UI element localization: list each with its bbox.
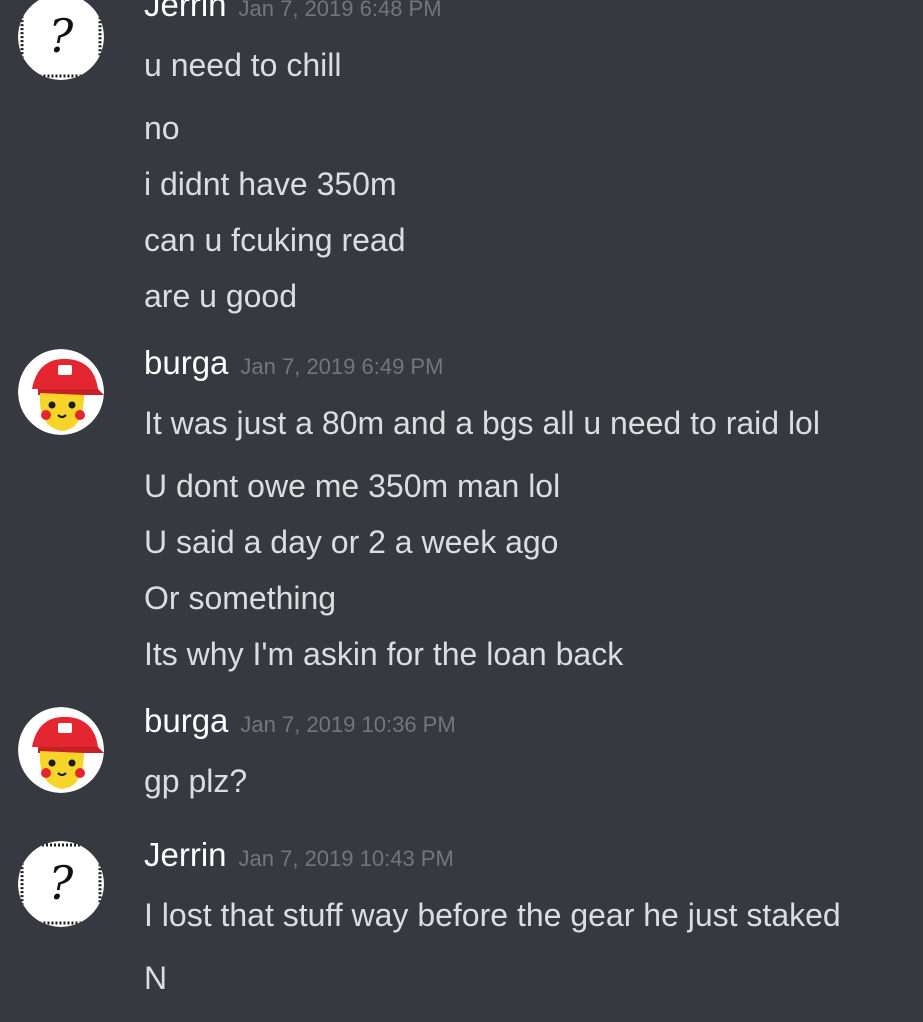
question-mark-avatar-icon: ? <box>18 841 104 927</box>
message-timestamp: Jan 7, 2019 6:48 PM <box>238 0 442 21</box>
author-name[interactable]: burga <box>144 344 228 381</box>
avatar-burga[interactable] <box>18 349 104 435</box>
message-header: Jerrin Jan 7, 2019 6:48 PM <box>144 0 442 24</box>
author-name[interactable]: Jerrin <box>144 0 227 23</box>
message-line: gp plz? <box>144 763 248 799</box>
avatar-burga[interactable] <box>18 707 104 793</box>
message-header: burga Jan 7, 2019 10:36 PM <box>144 702 456 740</box>
message-timestamp: Jan 7, 2019 10:36 PM <box>240 712 456 737</box>
message-line: u need to chill <box>144 47 342 83</box>
question-mark-avatar-icon: ? <box>18 0 104 80</box>
svg-text:?: ? <box>49 856 74 910</box>
message-line: Or something <box>144 580 337 616</box>
message-timestamp: Jan 7, 2019 6:49 PM <box>240 354 444 379</box>
message-line: are u good <box>144 278 298 314</box>
avatar-jerrin[interactable]: ? <box>18 0 104 80</box>
message-line: no <box>144 110 180 146</box>
message-line: N <box>144 960 168 996</box>
message-line: U said a day or 2 a week ago <box>144 524 559 560</box>
message-line: It was just a 80m and a bgs all u need t… <box>144 405 820 441</box>
author-name[interactable]: burga <box>144 702 228 739</box>
message-line: U dont owe me 350m man lol <box>144 468 561 504</box>
message-header: Jerrin Jan 7, 2019 10:43 PM <box>144 836 454 874</box>
message-header: burga Jan 7, 2019 6:49 PM <box>144 344 443 382</box>
message-line: can u fcuking read <box>144 222 406 258</box>
svg-text:?: ? <box>49 9 74 63</box>
pikachu-avatar-icon <box>18 707 104 793</box>
avatar-jerrin[interactable]: ? <box>18 841 104 927</box>
author-name[interactable]: Jerrin <box>144 836 227 873</box>
pikachu-avatar-icon <box>18 349 104 435</box>
message-timestamp: Jan 7, 2019 10:43 PM <box>238 846 454 871</box>
message-line: I lost that stuff way before the gear he… <box>144 897 841 933</box>
message-line: i didnt have 350m <box>144 166 397 202</box>
message-line: Its why I'm askin for the loan back <box>144 636 624 672</box>
